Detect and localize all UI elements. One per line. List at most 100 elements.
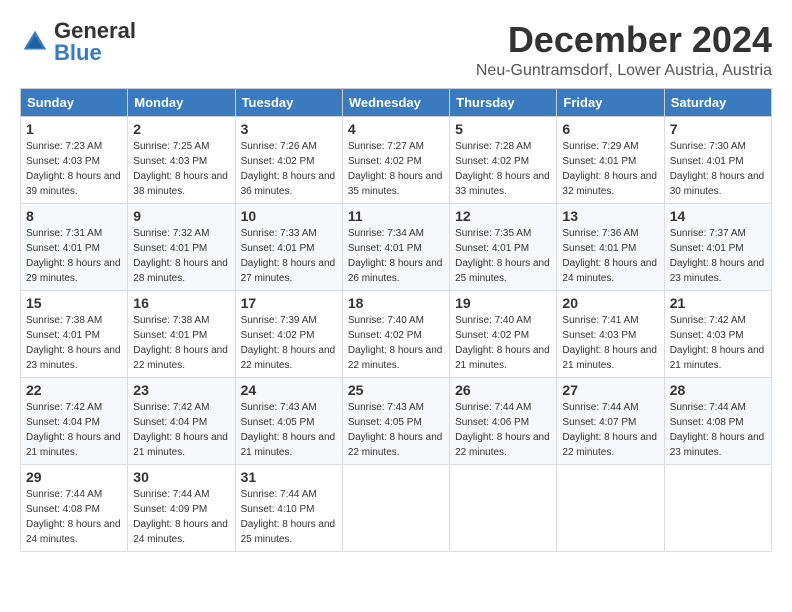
day-info: Sunrise: 7:40 AMSunset: 4:02 PMDaylight:… (348, 315, 443, 371)
day-info: Sunrise: 7:44 AMSunset: 4:09 PMDaylight:… (133, 489, 228, 545)
calendar-day-cell (664, 464, 771, 551)
calendar-day-cell: 11 Sunrise: 7:34 AMSunset: 4:01 PMDaylig… (342, 203, 449, 290)
calendar-day-cell: 16 Sunrise: 7:38 AMSunset: 4:01 PMDaylig… (128, 290, 235, 377)
day-info: Sunrise: 7:33 AMSunset: 4:01 PMDaylight:… (241, 228, 336, 284)
calendar-day-cell (450, 464, 557, 551)
calendar-week-row: 8 Sunrise: 7:31 AMSunset: 4:01 PMDayligh… (21, 203, 772, 290)
day-info: Sunrise: 7:38 AMSunset: 4:01 PMDaylight:… (133, 315, 228, 371)
day-number: 18 (348, 295, 444, 311)
calendar-day-cell: 3 Sunrise: 7:26 AMSunset: 4:02 PMDayligh… (235, 116, 342, 203)
day-info: Sunrise: 7:44 AMSunset: 4:08 PMDaylight:… (670, 402, 765, 458)
logo-text: General Blue (54, 20, 136, 64)
calendar-day-cell: 25 Sunrise: 7:43 AMSunset: 4:05 PMDaylig… (342, 377, 449, 464)
weekday-header: Sunday (21, 88, 128, 116)
calendar-day-cell: 1 Sunrise: 7:23 AMSunset: 4:03 PMDayligh… (21, 116, 128, 203)
calendar-week-row: 1 Sunrise: 7:23 AMSunset: 4:03 PMDayligh… (21, 116, 772, 203)
calendar-day-cell: 2 Sunrise: 7:25 AMSunset: 4:03 PMDayligh… (128, 116, 235, 203)
day-info: Sunrise: 7:27 AMSunset: 4:02 PMDaylight:… (348, 141, 443, 197)
day-info: Sunrise: 7:42 AMSunset: 4:04 PMDaylight:… (26, 402, 121, 458)
calendar-day-cell: 12 Sunrise: 7:35 AMSunset: 4:01 PMDaylig… (450, 203, 557, 290)
calendar-day-cell: 20 Sunrise: 7:41 AMSunset: 4:03 PMDaylig… (557, 290, 664, 377)
day-number: 12 (455, 208, 551, 224)
weekday-header: Thursday (450, 88, 557, 116)
weekday-header: Wednesday (342, 88, 449, 116)
weekday-header: Tuesday (235, 88, 342, 116)
day-number: 23 (133, 382, 229, 398)
calendar-day-cell: 28 Sunrise: 7:44 AMSunset: 4:08 PMDaylig… (664, 377, 771, 464)
day-number: 28 (670, 382, 766, 398)
day-number: 5 (455, 121, 551, 137)
day-info: Sunrise: 7:30 AMSunset: 4:01 PMDaylight:… (670, 141, 765, 197)
day-number: 11 (348, 208, 444, 224)
calendar-day-cell: 31 Sunrise: 7:44 AMSunset: 4:10 PMDaylig… (235, 464, 342, 551)
calendar-day-cell: 15 Sunrise: 7:38 AMSunset: 4:01 PMDaylig… (21, 290, 128, 377)
calendar-day-cell: 8 Sunrise: 7:31 AMSunset: 4:01 PMDayligh… (21, 203, 128, 290)
day-number: 26 (455, 382, 551, 398)
weekday-header: Friday (557, 88, 664, 116)
day-info: Sunrise: 7:39 AMSunset: 4:02 PMDaylight:… (241, 315, 336, 371)
weekday-header: Saturday (664, 88, 771, 116)
day-number: 7 (670, 121, 766, 137)
calendar-day-cell: 29 Sunrise: 7:44 AMSunset: 4:08 PMDaylig… (21, 464, 128, 551)
calendar-day-cell: 5 Sunrise: 7:28 AMSunset: 4:02 PMDayligh… (450, 116, 557, 203)
day-number: 25 (348, 382, 444, 398)
calendar-day-cell: 7 Sunrise: 7:30 AMSunset: 4:01 PMDayligh… (664, 116, 771, 203)
day-number: 1 (26, 121, 122, 137)
day-info: Sunrise: 7:28 AMSunset: 4:02 PMDaylight:… (455, 141, 550, 197)
day-info: Sunrise: 7:26 AMSunset: 4:02 PMDaylight:… (241, 141, 336, 197)
day-number: 15 (26, 295, 122, 311)
day-info: Sunrise: 7:36 AMSunset: 4:01 PMDaylight:… (562, 228, 657, 284)
calendar-day-cell (342, 464, 449, 551)
calendar-day-cell: 10 Sunrise: 7:33 AMSunset: 4:01 PMDaylig… (235, 203, 342, 290)
day-info: Sunrise: 7:41 AMSunset: 4:03 PMDaylight:… (562, 315, 657, 371)
weekday-header-row: SundayMondayTuesdayWednesdayThursdayFrid… (21, 88, 772, 116)
day-number: 10 (241, 208, 337, 224)
day-number: 6 (562, 121, 658, 137)
day-info: Sunrise: 7:29 AMSunset: 4:01 PMDaylight:… (562, 141, 657, 197)
location-subtitle: Neu-Guntramsdorf, Lower Austria, Austria (476, 62, 772, 80)
calendar-day-cell: 26 Sunrise: 7:44 AMSunset: 4:06 PMDaylig… (450, 377, 557, 464)
day-info: Sunrise: 7:31 AMSunset: 4:01 PMDaylight:… (26, 228, 121, 284)
day-number: 27 (562, 382, 658, 398)
day-info: Sunrise: 7:25 AMSunset: 4:03 PMDaylight:… (133, 141, 228, 197)
day-info: Sunrise: 7:42 AMSunset: 4:04 PMDaylight:… (133, 402, 228, 458)
calendar-week-row: 29 Sunrise: 7:44 AMSunset: 4:08 PMDaylig… (21, 464, 772, 551)
day-number: 30 (133, 469, 229, 485)
day-info: Sunrise: 7:44 AMSunset: 4:08 PMDaylight:… (26, 489, 121, 545)
day-number: 13 (562, 208, 658, 224)
calendar-day-cell: 17 Sunrise: 7:39 AMSunset: 4:02 PMDaylig… (235, 290, 342, 377)
day-number: 29 (26, 469, 122, 485)
calendar-day-cell: 6 Sunrise: 7:29 AMSunset: 4:01 PMDayligh… (557, 116, 664, 203)
day-number: 24 (241, 382, 337, 398)
day-info: Sunrise: 7:42 AMSunset: 4:03 PMDaylight:… (670, 315, 765, 371)
calendar-day-cell: 27 Sunrise: 7:44 AMSunset: 4:07 PMDaylig… (557, 377, 664, 464)
calendar-day-cell: 4 Sunrise: 7:27 AMSunset: 4:02 PMDayligh… (342, 116, 449, 203)
calendar-day-cell: 24 Sunrise: 7:43 AMSunset: 4:05 PMDaylig… (235, 377, 342, 464)
day-number: 17 (241, 295, 337, 311)
calendar-day-cell: 18 Sunrise: 7:40 AMSunset: 4:02 PMDaylig… (342, 290, 449, 377)
day-number: 8 (26, 208, 122, 224)
day-number: 20 (562, 295, 658, 311)
day-info: Sunrise: 7:44 AMSunset: 4:07 PMDaylight:… (562, 402, 657, 458)
calendar-week-row: 22 Sunrise: 7:42 AMSunset: 4:04 PMDaylig… (21, 377, 772, 464)
calendar-week-row: 15 Sunrise: 7:38 AMSunset: 4:01 PMDaylig… (21, 290, 772, 377)
weekday-header: Monday (128, 88, 235, 116)
day-info: Sunrise: 7:43 AMSunset: 4:05 PMDaylight:… (241, 402, 336, 458)
logo: General Blue (20, 20, 136, 64)
day-info: Sunrise: 7:44 AMSunset: 4:06 PMDaylight:… (455, 402, 550, 458)
page-header: General Blue December 2024 Neu-Guntramsd… (20, 20, 772, 80)
logo-icon (20, 27, 50, 57)
day-info: Sunrise: 7:40 AMSunset: 4:02 PMDaylight:… (455, 315, 550, 371)
day-number: 16 (133, 295, 229, 311)
calendar-day-cell: 19 Sunrise: 7:40 AMSunset: 4:02 PMDaylig… (450, 290, 557, 377)
calendar-day-cell: 30 Sunrise: 7:44 AMSunset: 4:09 PMDaylig… (128, 464, 235, 551)
calendar-day-cell: 13 Sunrise: 7:36 AMSunset: 4:01 PMDaylig… (557, 203, 664, 290)
calendar-table: SundayMondayTuesdayWednesdayThursdayFrid… (20, 88, 772, 552)
day-info: Sunrise: 7:23 AMSunset: 4:03 PMDaylight:… (26, 141, 121, 197)
day-info: Sunrise: 7:32 AMSunset: 4:01 PMDaylight:… (133, 228, 228, 284)
day-number: 22 (26, 382, 122, 398)
title-area: December 2024 Neu-Guntramsdorf, Lower Au… (476, 20, 772, 80)
day-number: 9 (133, 208, 229, 224)
day-info: Sunrise: 7:43 AMSunset: 4:05 PMDaylight:… (348, 402, 443, 458)
day-number: 19 (455, 295, 551, 311)
